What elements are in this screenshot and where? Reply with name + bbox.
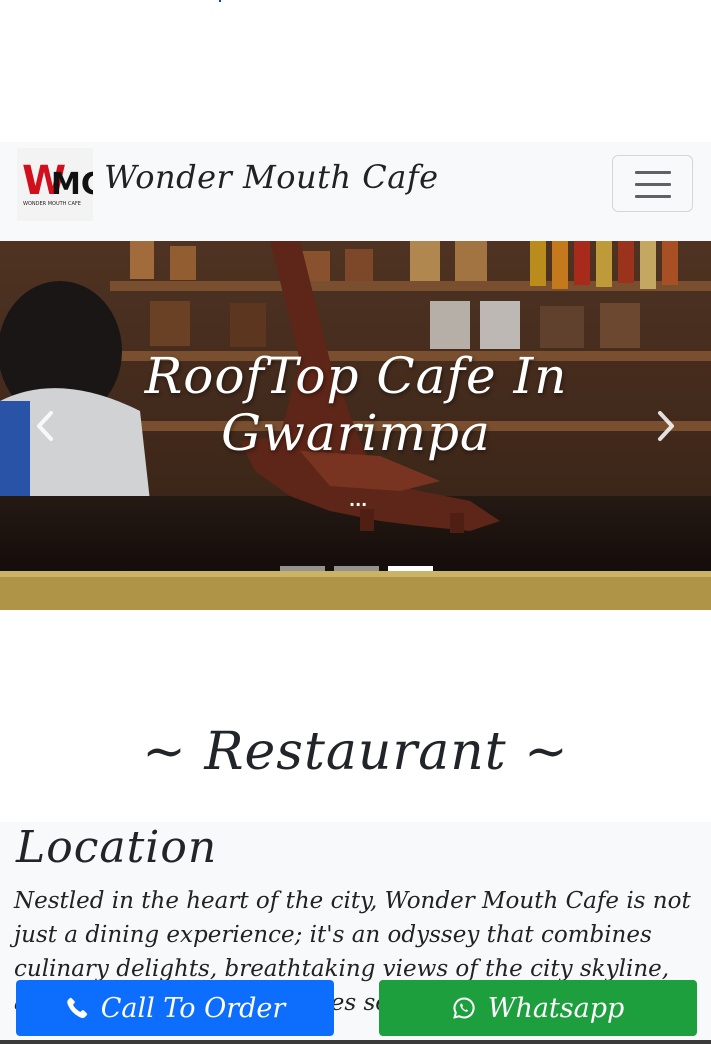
whatsapp-label: Whatsapp [487, 992, 625, 1024]
svg-text:MC: MC [51, 167, 93, 202]
carousel-caption: RoofTop Cafe In Gwarimpa [144, 347, 568, 462]
brand-logo[interactable]: W MC WONDER MOUTH CAFE [17, 148, 93, 221]
chevron-right-icon [658, 410, 674, 441]
top-marker [219, 0, 221, 2]
call-label: Call To Order [100, 992, 286, 1024]
whatsapp-button[interactable]: Whatsapp [379, 980, 697, 1036]
location-heading: Location [16, 822, 218, 873]
carousel-indicator-3[interactable] [388, 566, 433, 571]
bottom-edge [0, 1040, 711, 1044]
brand-name[interactable]: Wonder Mouth Cafe [104, 158, 439, 196]
carousel-prev-button[interactable] [0, 241, 90, 610]
caption-more: ... [349, 491, 368, 510]
carousel-indicator-1[interactable] [280, 566, 325, 571]
call-to-order-button[interactable]: Call To Order [16, 980, 334, 1036]
carousel-next-button[interactable] [621, 241, 711, 610]
phone-icon [66, 997, 87, 1018]
whatsapp-icon [452, 997, 475, 1019]
navbar-toggler-button[interactable] [612, 155, 693, 212]
section-title: ~ Restaurant ~ [142, 722, 569, 782]
svg-text:WONDER MOUTH CAFE: WONDER MOUTH CAFE [23, 201, 81, 207]
carousel-indicator-2[interactable] [334, 566, 379, 571]
chevron-left-icon [37, 410, 53, 441]
